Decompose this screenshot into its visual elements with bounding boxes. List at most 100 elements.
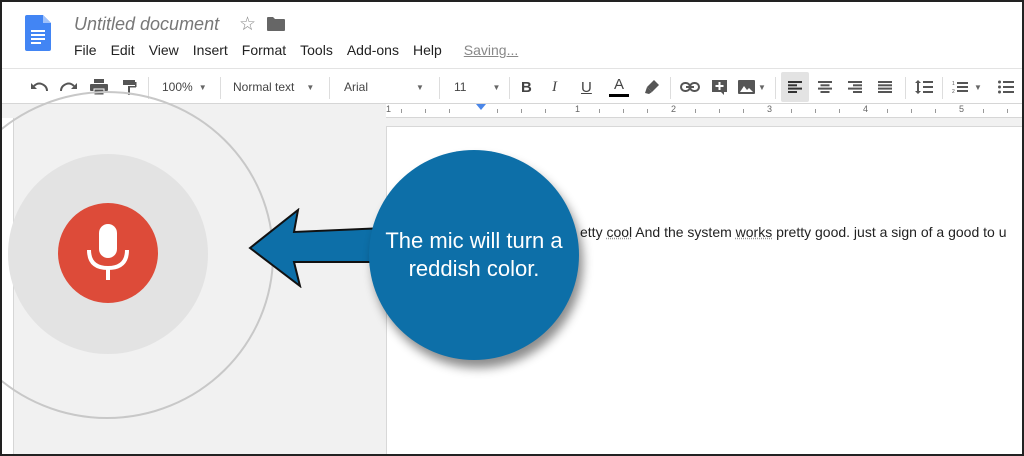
menu-view[interactable]: View	[149, 42, 179, 58]
ruler-number: 1	[386, 104, 392, 114]
font-value: Arial	[344, 80, 369, 94]
align-center-button[interactable]	[818, 69, 832, 105]
document-title[interactable]: Untitled document	[74, 14, 219, 35]
toolbar-separator	[220, 77, 221, 99]
toolbar-separator	[775, 77, 776, 99]
justify-button[interactable]	[878, 69, 892, 105]
highlighter-icon	[645, 80, 659, 94]
text-fragment: pretty good. just a sign of a good to u	[772, 224, 1007, 240]
align-right-button[interactable]	[848, 69, 862, 105]
font-size-select[interactable]: 11 ▼	[454, 69, 500, 105]
toolbar-separator	[439, 77, 440, 99]
suggested-word[interactable]: cool	[606, 224, 632, 240]
suggested-word[interactable]: works	[736, 224, 773, 240]
align-left-icon	[788, 81, 802, 93]
text-fragment: And the system	[632, 224, 736, 240]
callout-text: The mic will turn a reddish color.	[385, 228, 563, 281]
toolbar-separator	[942, 77, 943, 99]
bulleted-list-icon	[998, 80, 1014, 94]
voice-typing-mic-button[interactable]	[58, 203, 158, 303]
indent-marker[interactable]	[476, 104, 486, 110]
line-spacing-button[interactable]	[915, 69, 933, 105]
ruler-tick	[599, 109, 600, 113]
highlight-button[interactable]	[644, 69, 660, 105]
ruler-tick	[911, 109, 912, 113]
bold-button[interactable]: B	[521, 69, 532, 105]
saving-status[interactable]: Saving...	[464, 42, 518, 58]
numbered-list-icon: 12	[952, 81, 968, 94]
undo-icon	[31, 82, 48, 92]
insert-link-button[interactable]	[680, 69, 700, 105]
ruler-tick	[791, 109, 792, 113]
style-value: Normal text	[233, 80, 295, 94]
align-right-icon	[848, 81, 862, 93]
ruler-tick	[425, 109, 426, 113]
ruler-number: 5	[959, 104, 965, 114]
ruler-tick	[401, 109, 402, 113]
link-icon	[680, 82, 700, 92]
justify-icon	[878, 81, 892, 93]
font-size-value: 11	[454, 80, 467, 94]
chevron-down-icon: ▼	[974, 82, 982, 92]
text-color-button[interactable]: A	[609, 69, 629, 105]
ruler-tick	[497, 109, 498, 113]
ruler-tick	[983, 109, 984, 113]
ruler-tick	[887, 109, 888, 113]
insert-comment-button[interactable]	[711, 69, 728, 105]
align-left-button[interactable]	[781, 72, 809, 102]
document-body-text[interactable]: etty cool And the system works pretty go…	[580, 224, 1007, 240]
undo-button[interactable]	[30, 69, 48, 105]
toolbar-separator	[905, 77, 906, 99]
toolbar-separator	[670, 77, 671, 99]
insert-image-button[interactable]: ▼	[738, 69, 766, 105]
text-color-letter: A	[613, 76, 624, 93]
svg-text:2: 2	[952, 89, 955, 94]
horizontal-ruler[interactable]: 1 1 2 3 4 5	[386, 104, 1022, 118]
numbered-list-button[interactable]: 12 ▼	[952, 69, 982, 105]
annotation-callout: The mic will turn a reddish color.	[369, 150, 579, 360]
ruler-number: 1	[575, 104, 581, 114]
ruler-tick	[839, 109, 840, 113]
ruler-tick	[935, 109, 936, 113]
ruler-tick	[545, 109, 546, 113]
image-icon	[738, 80, 755, 94]
ruler-tick	[1007, 109, 1008, 113]
redo-icon	[60, 82, 77, 92]
menu-file[interactable]: File	[74, 42, 97, 58]
italic-button[interactable]: I	[552, 69, 557, 105]
ruler-tick	[521, 109, 522, 113]
underline-button[interactable]: U	[581, 69, 592, 105]
google-docs-logo-icon[interactable]	[25, 15, 51, 51]
chevron-down-icon: ▼	[198, 82, 207, 92]
toolbar-separator	[509, 77, 510, 99]
ruler-tick	[719, 109, 720, 113]
callout-arrow-icon	[248, 208, 385, 288]
ruler-tick	[647, 109, 648, 113]
ruler-number: 3	[767, 104, 773, 114]
ruler-tick	[623, 109, 624, 113]
chevron-down-icon: ▼	[416, 82, 424, 92]
add-comment-icon	[712, 79, 727, 95]
ruler-tick	[449, 109, 450, 113]
menu-tools[interactable]: Tools	[300, 42, 333, 58]
menu-help[interactable]: Help	[413, 42, 442, 58]
chevron-down-icon: ▼	[306, 82, 315, 92]
font-select[interactable]: Arial ▼	[344, 69, 424, 105]
align-center-icon	[818, 81, 832, 93]
chevron-down-icon: ▼	[758, 82, 766, 92]
menu-insert[interactable]: Insert	[193, 42, 228, 58]
bulleted-list-button[interactable]	[998, 69, 1014, 105]
menu-format[interactable]: Format	[242, 42, 286, 58]
menu-addons[interactable]: Add-ons	[347, 42, 399, 58]
menu-edit[interactable]: Edit	[111, 42, 135, 58]
menu-bar: File Edit View Insert Format Tools Add-o…	[74, 42, 532, 58]
star-icon[interactable]: ☆	[239, 13, 256, 36]
style-select[interactable]: Normal text ▼	[233, 69, 314, 105]
ruler-number: 2	[671, 104, 677, 114]
chevron-down-icon: ▼	[492, 82, 501, 92]
ruler-tick	[695, 109, 696, 113]
ruler-tick	[815, 109, 816, 113]
folder-icon[interactable]	[267, 17, 285, 31]
screenshot-frame: Untitled document ☆ File Edit View Inser…	[0, 0, 1024, 456]
zoom-select[interactable]: 100% ▼	[162, 69, 207, 105]
